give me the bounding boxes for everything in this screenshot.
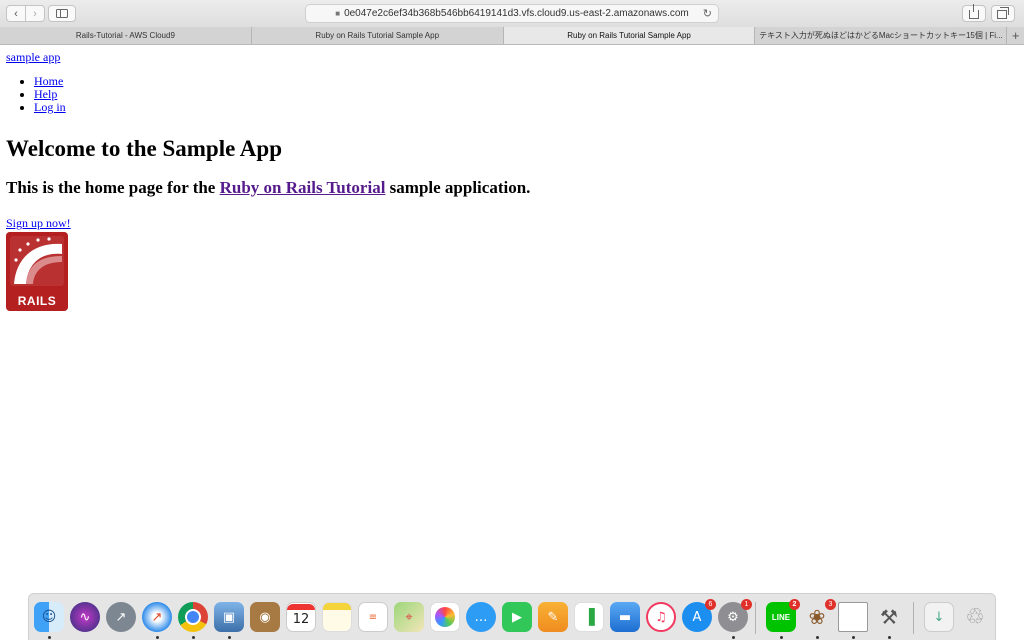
nav-item-home: Home bbox=[34, 75, 1016, 88]
calendar-icon[interactable]: 12 bbox=[286, 602, 316, 632]
nav-item-help: Help bbox=[34, 88, 1016, 101]
address-bar[interactable]: ■ 0e047e2c6ef34b368b546bb6419141d3.vfs.c… bbox=[305, 4, 719, 23]
running-indicator bbox=[888, 636, 891, 639]
running-indicator bbox=[780, 636, 783, 639]
finder-icon[interactable]: ☺ bbox=[34, 602, 64, 632]
chrome-icon[interactable] bbox=[178, 602, 208, 632]
login-link[interactable]: Log in bbox=[34, 100, 66, 114]
downloads-stack-icon[interactable]: ↓ bbox=[924, 602, 954, 632]
new-tab-button[interactable]: + bbox=[1007, 27, 1024, 44]
tab-bar: Rails-Tutorial - AWS Cloud9 Ruby on Rail… bbox=[0, 27, 1024, 45]
tab-cloud9[interactable]: Rails-Tutorial - AWS Cloud9 bbox=[0, 27, 252, 44]
dock: ☺ ∿ ↗ ↗ ▣ ◉ 12 ≡ ⌖ … ▶ ✎ ▐ ▬ ♫ A6 ⚙ 1 LIN… bbox=[28, 593, 996, 640]
textedit-icon[interactable] bbox=[838, 602, 868, 632]
show-tabs-button[interactable] bbox=[991, 5, 1015, 22]
rails-tutorial-link[interactable]: Ruby on Rails Tutorial bbox=[220, 178, 386, 197]
share-icon bbox=[969, 4, 979, 19]
site-nav: Home Help Log in bbox=[6, 75, 1016, 114]
rails-logo-text: RAILS bbox=[17, 294, 57, 308]
contacts-icon[interactable]: ◉ bbox=[250, 602, 280, 632]
messages-icon[interactable]: … bbox=[466, 602, 496, 632]
system-preferences-icon[interactable]: ⚙ 1 bbox=[718, 599, 752, 632]
help-link[interactable]: Help bbox=[34, 87, 57, 101]
tab-sample-app-active[interactable]: Ruby on Rails Tutorial Sample App bbox=[503, 27, 756, 44]
sidebar-toggle-button[interactable] bbox=[48, 5, 76, 22]
utilities-icon[interactable]: ⚒ bbox=[874, 602, 904, 632]
share-button[interactable] bbox=[962, 4, 986, 22]
facetime-icon[interactable]: ▶ bbox=[502, 602, 532, 632]
back-button[interactable]: ‹ bbox=[6, 5, 26, 22]
app-store-icon[interactable]: A6 bbox=[682, 599, 716, 632]
browser-toolbar: ‹ › ■ 0e047e2c6ef34b368b546bb6419141d3.v… bbox=[0, 0, 1024, 28]
pages-icon[interactable]: ✎ bbox=[538, 602, 568, 632]
running-indicator bbox=[48, 636, 51, 639]
running-indicator bbox=[852, 636, 855, 639]
page-subtitle: This is the home page for the Ruby on Ra… bbox=[6, 178, 531, 197]
chevron-right-icon: › bbox=[33, 7, 37, 20]
tabs-icon bbox=[997, 7, 1009, 19]
running-indicator bbox=[228, 636, 231, 639]
keynote-icon[interactable]: ▬ bbox=[610, 602, 640, 632]
signup-link[interactable]: Sign up now! bbox=[6, 216, 71, 231]
running-indicator bbox=[192, 636, 195, 639]
sidebar-icon bbox=[56, 9, 68, 18]
owl-app-icon[interactable]: ❀ 3 bbox=[802, 599, 836, 632]
dock-separator bbox=[755, 602, 756, 634]
dock-separator bbox=[913, 602, 914, 634]
preview-icon[interactable]: ▣ bbox=[214, 602, 244, 632]
running-indicator bbox=[816, 636, 819, 639]
chevron-left-icon: ‹ bbox=[14, 7, 18, 20]
rails-logo-link[interactable]: RAILS bbox=[6, 232, 68, 311]
nav-item-login: Log in bbox=[34, 101, 1016, 114]
url-text: 0e047e2c6ef34b368b546bb6419141d3.vfs.clo… bbox=[344, 8, 689, 19]
home-link[interactable]: Home bbox=[34, 74, 63, 88]
running-indicator bbox=[156, 636, 159, 639]
web-page: sample app Home Help Log in Welcome to t… bbox=[6, 46, 1016, 311]
safari-icon[interactable]: ↗ bbox=[142, 602, 172, 632]
lock-icon: ■ bbox=[335, 9, 341, 18]
plus-icon: + bbox=[1011, 28, 1020, 43]
photos-icon[interactable] bbox=[430, 602, 460, 632]
notes-icon[interactable] bbox=[322, 602, 352, 632]
tab-sample-app-1[interactable]: Ruby on Rails Tutorial Sample App bbox=[252, 27, 504, 44]
forward-button[interactable]: › bbox=[25, 5, 45, 22]
page-title: Welcome to the Sample App bbox=[6, 136, 282, 161]
music-icon[interactable]: ♫ bbox=[646, 602, 676, 632]
trash-icon[interactable]: ♲ bbox=[960, 602, 990, 632]
running-indicator bbox=[732, 636, 735, 639]
launchpad-icon[interactable]: ↗ bbox=[106, 602, 136, 632]
numbers-icon[interactable]: ▐ bbox=[574, 602, 604, 632]
reminders-icon[interactable]: ≡ bbox=[358, 602, 388, 632]
reload-icon[interactable]: ↻ bbox=[703, 7, 712, 20]
line-icon[interactable]: LINE 2 bbox=[766, 599, 800, 632]
logo-link[interactable]: sample app bbox=[6, 50, 1016, 65]
tab-mac-shortcuts[interactable]: テキスト入力が死ぬほどはかどるMacショートカットキー15個 | Fi... bbox=[755, 27, 1008, 44]
maps-icon[interactable]: ⌖ bbox=[394, 602, 424, 632]
siri-icon[interactable]: ∿ bbox=[70, 602, 100, 632]
